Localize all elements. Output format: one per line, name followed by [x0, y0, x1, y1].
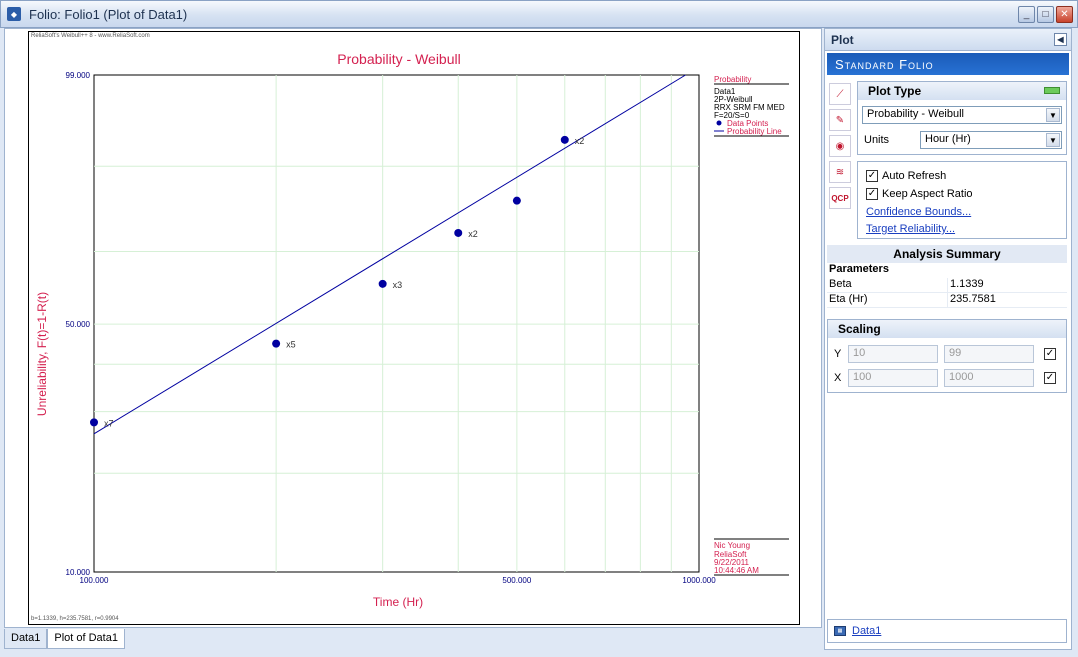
x-min-field[interactable]: 100: [848, 369, 938, 387]
param-row: Beta 1.1339: [827, 278, 1067, 293]
tab-plot-of-data1[interactable]: Plot of Data1: [47, 629, 125, 649]
analysis-summary-title: Analysis Summary: [827, 245, 1067, 263]
scaling-heading: Scaling: [828, 320, 1066, 338]
y-scaling-checkbox[interactable]: ✓: [1044, 348, 1056, 360]
y-axis-label: Unreliability, F(t)=1-R(t): [35, 292, 49, 416]
data-point: [272, 339, 281, 348]
analysis-summary: Analysis Summary Parameters Beta 1.1339 …: [827, 245, 1067, 311]
panel-title: Plot: [831, 32, 854, 47]
plot-panel: Plot ◀ Standard Folio ⟋ ✎ ◉ ≋ QCP Plot T…: [824, 28, 1072, 650]
status-bar-icon: [1044, 87, 1060, 94]
sheet-tabs: Data1 Plot of Data1: [4, 629, 125, 649]
x-scaling-checkbox[interactable]: ✓: [1044, 372, 1056, 384]
keep-aspect-row[interactable]: ✓ Keep Aspect Ratio: [866, 188, 973, 200]
units-select[interactable]: Hour (Hr) ▼: [920, 131, 1062, 149]
plot-frame: Probability - Weibull Unreliability, F(t…: [28, 31, 800, 625]
chart-title: Probability - Weibull: [337, 51, 460, 67]
legend-prob-line: Probability Line: [727, 127, 782, 136]
x-max-field[interactable]: 1000: [944, 369, 1034, 387]
param-row: Eta (Hr) 235.7581: [827, 293, 1067, 308]
plot-type-heading: Plot Type: [858, 82, 1066, 100]
close-button[interactable]: ✕: [1056, 6, 1073, 23]
tab-data1[interactable]: Data1: [4, 629, 48, 649]
parameters-label: Parameters: [829, 263, 889, 275]
data-point-label: x2: [468, 229, 478, 239]
legend-heading: Probability: [714, 75, 751, 84]
tool-column: ⟋ ✎ ◉ ≋ QCP: [829, 83, 853, 209]
author-name: Nic Young: [714, 541, 750, 550]
window-titlebar: ◆ Folio: Folio1 (Plot of Data1) _ □ ✕: [0, 0, 1078, 28]
plot-border: [93, 74, 700, 573]
standard-folio-banner: Standard Folio: [827, 53, 1069, 75]
y-label: Y: [834, 348, 842, 360]
collapse-arrow-icon[interactable]: ◀: [1054, 33, 1067, 46]
plot-type-select[interactable]: Probability - Weibull ▼: [862, 106, 1062, 124]
data-point: [378, 279, 387, 288]
plot-type-group: Plot Type Probability - Weibull ▼ Units …: [857, 81, 1067, 155]
x-label: X: [834, 372, 842, 384]
author-time: 10:44:46 AM: [714, 566, 759, 575]
confidence-bounds-link[interactable]: Confidence Bounds...: [866, 206, 971, 218]
maximize-button[interactable]: □: [1037, 6, 1054, 23]
y-max-field[interactable]: 99: [944, 345, 1034, 363]
legend-point-marker: [716, 120, 722, 126]
data-point: [454, 228, 463, 237]
x-tick-label: 1000.000: [682, 576, 716, 585]
units-label: Units: [864, 134, 890, 146]
options-group: ✓ Auto Refresh ✓ Keep Aspect Ratio Confi…: [857, 161, 1067, 239]
minimize-button[interactable]: _: [1018, 6, 1035, 23]
y-min-field[interactable]: 10: [848, 345, 938, 363]
y-tick-label: 10.000: [66, 568, 91, 577]
y-tick-label: 99.000: [66, 71, 91, 80]
data-point-label: x7: [104, 418, 114, 428]
x-axis-label: Time (Hr): [373, 595, 423, 609]
app-icon: ◆: [7, 7, 21, 21]
data1-item[interactable]: ▦ Data1: [827, 619, 1067, 643]
keep-aspect-label: Keep Aspect Ratio: [882, 188, 973, 200]
chevron-down-icon[interactable]: ▼: [1046, 133, 1060, 147]
scaling-group: Scaling Y 10 99 ✓ X 100 1000 ✓: [827, 319, 1067, 393]
x-tick-label: 500.000: [502, 576, 531, 585]
data-point-label: x5: [286, 340, 296, 350]
qcp-icon[interactable]: QCP: [829, 187, 851, 209]
datasheet-icon: ▦: [834, 626, 846, 636]
window-title: Folio: Folio1 (Plot of Data1): [29, 6, 188, 22]
chevron-down-icon[interactable]: ▼: [1046, 108, 1060, 122]
keep-aspect-checkbox[interactable]: ✓: [866, 188, 878, 200]
auto-refresh-row[interactable]: ✓ Auto Refresh: [866, 170, 946, 182]
data-point-label: x2: [575, 136, 585, 146]
footer-stats: b=1.1339, h=235.7581, r=0.9904: [31, 616, 119, 622]
x-tick-label: 100.000: [80, 576, 109, 585]
plot-line-icon[interactable]: ⟋: [829, 83, 851, 105]
rs-draw-icon[interactable]: ◉: [829, 135, 851, 157]
y-tick-label: 50.000: [66, 320, 91, 329]
data-point: [512, 196, 521, 205]
panel-header: Plot ◀: [825, 29, 1071, 51]
multi-plot-icon[interactable]: ≋: [829, 161, 851, 183]
data-point-label: x3: [393, 280, 403, 290]
auto-refresh-checkbox[interactable]: ✓: [866, 170, 878, 182]
probability-plot: Probability - Weibull Unreliability, F(t…: [35, 51, 789, 609]
plot-edit-icon[interactable]: ✎: [829, 109, 851, 131]
probability-line: [93, 74, 686, 435]
watermark: ReliaSoft's Weibull++ 8 - www.ReliaSoft.…: [31, 33, 150, 39]
window-controls: _ □ ✕: [1018, 6, 1073, 23]
data1-link[interactable]: Data1: [852, 625, 881, 637]
target-reliability-link[interactable]: Target Reliability...: [866, 223, 955, 235]
auto-refresh-label: Auto Refresh: [882, 170, 947, 182]
data-point: [90, 418, 98, 427]
plot-area: Probability - Weibull Unreliability, F(t…: [4, 28, 822, 628]
data-point: [560, 135, 569, 144]
